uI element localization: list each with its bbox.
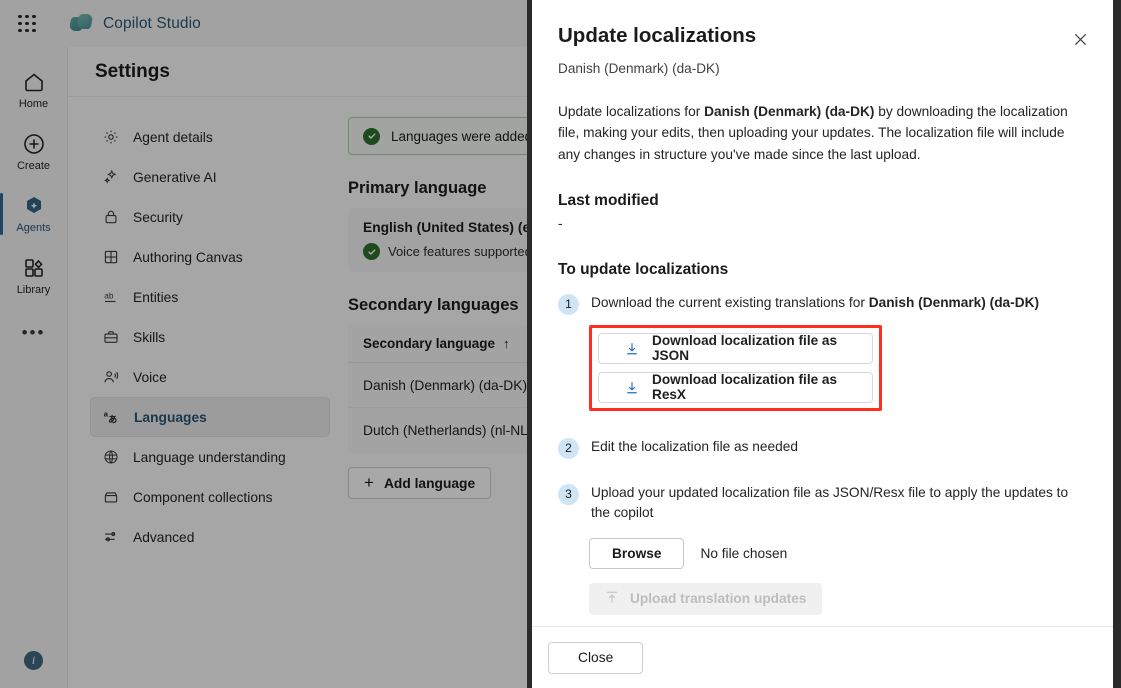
- last-modified-heading: Last modified: [558, 191, 659, 209]
- panel-subtitle: Danish (Denmark) (da-DK): [558, 60, 720, 76]
- panel-description-bold: Danish (Denmark) (da-DK): [704, 103, 875, 119]
- step-text-bold: Danish (Denmark) (da-DK): [868, 294, 1040, 310]
- panel-description: Update localizations for Danish (Denmark…: [558, 101, 1077, 166]
- no-file-chosen-label: No file chosen: [700, 545, 788, 561]
- file-upload-row: Browse No file chosen: [589, 537, 1077, 569]
- step-2: 2 Edit the localization file as needed: [558, 437, 1077, 459]
- step-number-badge: 1: [558, 293, 579, 315]
- step-1: 1 Download the current existing translat…: [558, 293, 1077, 315]
- panel-footer: Close: [532, 626, 1113, 688]
- steps-heading: To update localizations: [558, 260, 729, 278]
- download-arrow-icon: [625, 380, 639, 395]
- step-text: Upload your updated localization file as…: [591, 484, 1069, 521]
- step-number-badge: 2: [558, 437, 579, 459]
- step-number-badge: 3: [558, 483, 579, 505]
- step-text: Edit the localization file as needed: [591, 438, 798, 454]
- step-text: Download the current existing translatio…: [591, 293, 1039, 315]
- update-localizations-panel: Update localizations Danish (Denmark) (d…: [527, 0, 1121, 688]
- browse-button[interactable]: Browse: [589, 537, 685, 569]
- screen: Copilot Studio Home Create Agents Librar…: [0, 0, 1121, 688]
- close-icon[interactable]: [1065, 24, 1095, 54]
- download-json-label: Download localization file as JSON: [652, 333, 838, 364]
- close-button[interactable]: Close: [548, 641, 644, 674]
- download-buttons-group: Download localization file as JSON Downl…: [589, 324, 882, 411]
- last-modified-value: -: [558, 215, 563, 231]
- download-arrow-icon: [625, 341, 639, 356]
- download-json-button[interactable]: Download localization file as JSON: [598, 332, 873, 364]
- panel-title: Update localizations: [558, 24, 757, 47]
- upload-translation-updates-button[interactable]: Upload translation updates: [589, 582, 823, 615]
- upload-label: Upload translation updates: [630, 591, 807, 607]
- download-resx-button[interactable]: Download localization file as ResX: [598, 371, 873, 403]
- panel-description-pre: Update localizations for: [558, 103, 705, 119]
- upload-arrow-icon: [605, 590, 619, 608]
- download-resx-label: Download localization file as ResX: [652, 372, 838, 403]
- step-text-pre: Download the current existing translatio…: [591, 294, 869, 310]
- step-3: 3 Upload your updated localization file …: [558, 483, 1077, 524]
